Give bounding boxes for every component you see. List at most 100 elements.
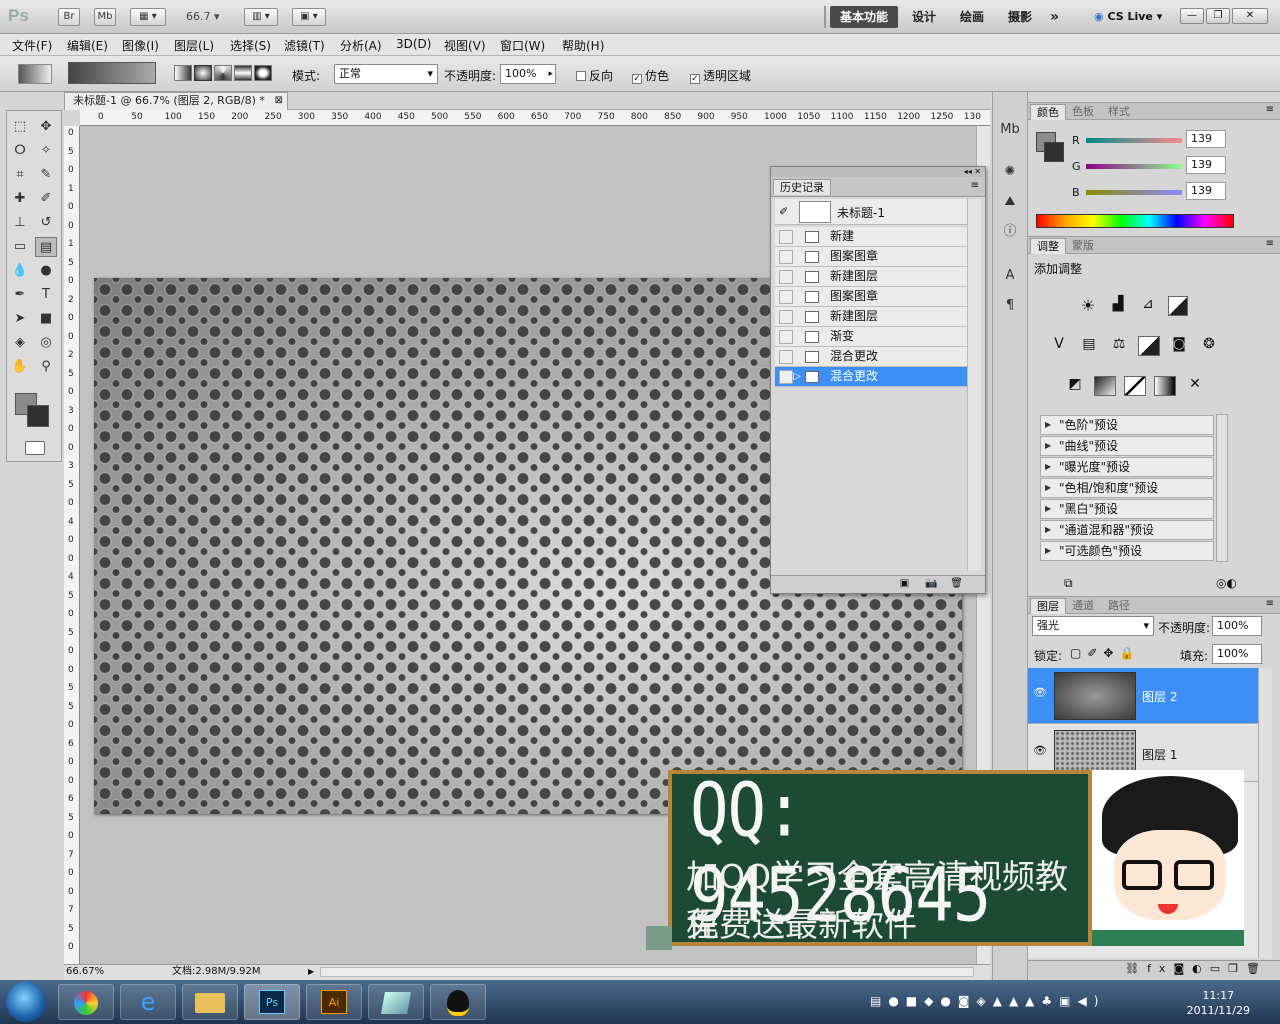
menu-layer[interactable]: 图层(L): [174, 37, 214, 54]
menu-window[interactable]: 窗口(W): [500, 37, 545, 54]
delete-layer-icon[interactable]: 🗑: [1246, 962, 1268, 975]
workspace-painting[interactable]: 绘画: [950, 6, 994, 28]
styles-tab[interactable]: 样式: [1102, 104, 1136, 120]
gradient-picker[interactable]: [68, 62, 156, 84]
color-spectrum-bar[interactable]: [1036, 214, 1234, 228]
dither-checkbox-box[interactable]: ✓: [632, 74, 642, 84]
close-tab-icon[interactable]: ⊠: [275, 93, 283, 109]
view-extras-button[interactable]: ▦ ▾: [130, 8, 166, 26]
layers-scrollbar[interactable]: [1258, 668, 1272, 958]
link-layers-icon[interactable]: ⛓: [1125, 962, 1147, 975]
minimize-button[interactable]: —: [1180, 8, 1204, 24]
clip-to-layer-icon[interactable]: ⧉: [1064, 576, 1073, 591]
posterize-icon[interactable]: [1094, 376, 1116, 396]
r-value[interactable]: 139: [1186, 130, 1226, 148]
minibridge-panel-icon[interactable]: Mb: [999, 120, 1021, 140]
history-source-box[interactable]: [779, 290, 793, 304]
visibility-eye-icon[interactable]: 👁: [1032, 686, 1048, 702]
tray-icons[interactable]: ▤●■◆●◙◈▲▲▲♣▣◀): [870, 994, 1105, 1008]
hue-saturation-icon[interactable]: ▤: [1078, 336, 1100, 356]
start-button[interactable]: [6, 982, 46, 1022]
swatches-tab[interactable]: 色板: [1066, 104, 1100, 120]
document-tab[interactable]: 未标题-1 @ 66.7% (图层 2, RGB/8) * ⊠: [64, 92, 288, 110]
lasso-tool-icon[interactable]: ⵔ: [9, 141, 31, 161]
mode-select[interactable]: 正常 ▾: [334, 64, 438, 84]
quick-mask-icon[interactable]: [25, 441, 45, 455]
g-slider[interactable]: [1086, 164, 1182, 169]
add-mask-icon[interactable]: ◙: [1173, 962, 1192, 975]
3d-orbit-icon[interactable]: ◎: [35, 333, 57, 353]
character-panel-icon[interactable]: A: [999, 266, 1021, 286]
preset-exposure[interactable]: "曝光度"预设: [1040, 457, 1214, 477]
crop-tool-icon[interactable]: ⌗: [9, 165, 31, 185]
more-workspaces-button[interactable]: »: [1040, 6, 1069, 28]
layer-name[interactable]: 图层 1: [1142, 746, 1177, 763]
clone-stamp-icon[interactable]: ⊥: [9, 213, 31, 233]
history-step[interactable]: 混合更改 ▷: [775, 367, 967, 387]
history-tab[interactable]: 历史记录: [773, 179, 831, 195]
cs-live-button[interactable]: ◉ CS Live ▾: [1094, 10, 1162, 23]
workspace-essentials[interactable]: 基本功能: [830, 6, 899, 28]
history-step[interactable]: 图案图章: [775, 247, 967, 267]
navigator-panel-icon[interactable]: ✺: [999, 162, 1021, 182]
hand-tool-icon[interactable]: ✋: [9, 357, 31, 377]
workspace-design[interactable]: 设计: [902, 6, 946, 28]
adjustments-tab[interactable]: 调整: [1030, 238, 1066, 254]
delete-state-icon[interactable]: 🗑: [950, 578, 963, 589]
radial-gradient-icon[interactable]: [194, 65, 212, 81]
preset-levels[interactable]: "色阶"预设: [1040, 415, 1214, 435]
transparency-checkbox-box[interactable]: ✓: [690, 74, 700, 84]
type-tool-icon[interactable]: T: [35, 285, 57, 305]
horizontal-scrollbar[interactable]: [320, 967, 974, 977]
transparency-checkbox[interactable]: ✓ 透明区域: [690, 67, 751, 84]
menu-select[interactable]: 选择(S): [230, 37, 271, 54]
invert-icon[interactable]: ◩: [1064, 376, 1086, 396]
zoom-status[interactable]: 66.67%: [66, 965, 104, 979]
close-button[interactable]: ✕: [1232, 8, 1268, 24]
fill-input[interactable]: 100%: [1212, 644, 1262, 664]
levels-icon[interactable]: ▟: [1108, 296, 1128, 316]
r-slider[interactable]: [1086, 138, 1182, 143]
history-scrollbar[interactable]: [967, 199, 981, 571]
photo-filter-icon[interactable]: ◙: [1168, 336, 1190, 356]
clock[interactable]: 11:17 2011/11/29: [1187, 988, 1250, 1018]
visibility-eye-icon[interactable]: 👁: [1032, 744, 1048, 760]
history-source-box[interactable]: [779, 330, 793, 344]
panel-menu-icon[interactable]: ≡: [1266, 238, 1274, 249]
reflected-gradient-icon[interactable]: [234, 65, 252, 81]
paths-tab[interactable]: 路径: [1102, 598, 1136, 614]
histogram-panel-icon[interactable]: ⛰: [999, 192, 1021, 212]
linear-gradient-icon[interactable]: [174, 65, 192, 81]
history-panel-titlebar[interactable]: ◂◂ ✕: [771, 167, 985, 177]
photoshop-taskbar-icon[interactable]: Ps: [244, 984, 300, 1020]
illustrator-taskbar-icon[interactable]: Ai: [306, 984, 362, 1020]
panel-menu-icon[interactable]: ≡: [1266, 598, 1274, 609]
history-step[interactable]: 新建图层: [775, 307, 967, 327]
b-value[interactable]: 139: [1186, 182, 1226, 200]
preset-selective-color[interactable]: "可选颜色"预设: [1040, 541, 1214, 561]
preset-channel-mixer[interactable]: "通道混和器"预设: [1040, 520, 1214, 540]
history-source-box[interactable]: [779, 250, 793, 264]
preset-curves[interactable]: "曲线"预设: [1040, 436, 1214, 456]
angle-gradient-icon[interactable]: [214, 65, 232, 81]
new-layer-icon[interactable]: ❐: [1228, 962, 1246, 975]
ie-icon[interactable]: e: [120, 984, 176, 1020]
magic-wand-icon[interactable]: ✧: [35, 141, 57, 161]
history-source-box[interactable]: [779, 270, 793, 284]
blend-mode-select[interactable]: 强光 ▾: [1032, 616, 1154, 636]
menu-3d[interactable]: 3D(D): [396, 37, 431, 51]
layer-row-2[interactable]: 👁 图层 2: [1028, 668, 1258, 724]
move-tool-icon[interactable]: ✥: [35, 117, 57, 137]
channels-tab[interactable]: 通道: [1066, 598, 1100, 614]
new-document-from-state-icon[interactable]: ▣: [900, 578, 909, 589]
screen-mode-button[interactable]: ▣ ▾: [292, 8, 326, 26]
color-balance-icon[interactable]: ⚖: [1108, 336, 1130, 356]
marquee-tool-icon[interactable]: ⬚: [9, 117, 31, 137]
background-color-swatch[interactable]: [27, 405, 49, 427]
panel-menu-icon[interactable]: ≡: [971, 180, 979, 191]
window-app-icon[interactable]: [368, 984, 424, 1020]
new-snapshot-icon[interactable]: 📷: [925, 578, 937, 589]
presets-scrollbar[interactable]: [1216, 414, 1228, 562]
history-step[interactable]: 混合更改: [775, 347, 967, 367]
arrange-documents-button[interactable]: ▥ ▾: [244, 8, 278, 26]
